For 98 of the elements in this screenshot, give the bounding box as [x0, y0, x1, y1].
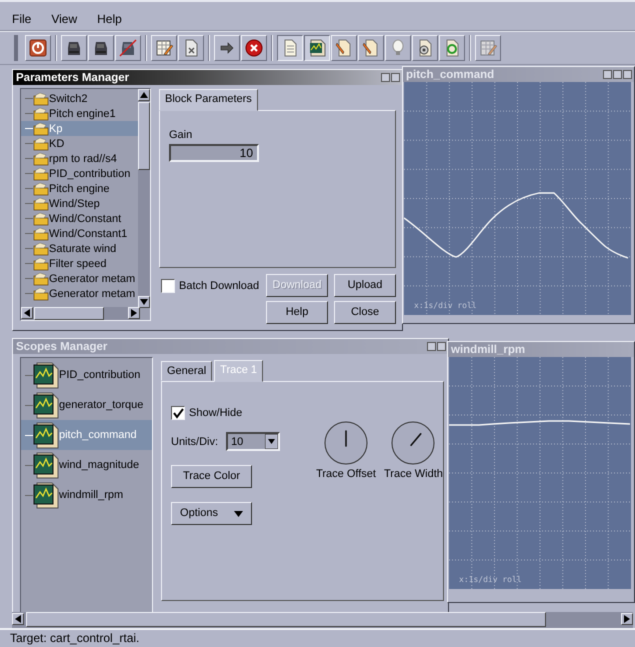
scope-document-icon [33, 422, 59, 448]
horizontal-scrollbar[interactable] [21, 307, 140, 320]
trace-color-button[interactable]: Trace Color [171, 465, 252, 488]
folder-icon [33, 256, 49, 270]
folder-icon [33, 286, 49, 300]
menu-item[interactable]: View [49, 10, 80, 26]
scope-document-icon [33, 362, 59, 388]
tree-item[interactable]: wind_magnitude [21, 450, 152, 480]
tree-item[interactable]: Pitch engine1 [21, 106, 140, 121]
tree-item[interactable]: Wind/Step [21, 196, 140, 211]
tab[interactable]: Block Parameters [159, 89, 258, 111]
left-arrow-icon [13, 614, 23, 624]
dialog-button[interactable]: Upload [334, 274, 396, 297]
vertical-scrollbar[interactable] [138, 89, 150, 308]
caret-icon [265, 434, 278, 449]
right-arrow-icon [622, 614, 632, 624]
tree-item[interactable]: Filter speed [21, 256, 140, 271]
units-label: Units/Div: [171, 434, 218, 448]
scroll-right-button[interactable] [621, 613, 633, 625]
folder-icon [33, 92, 49, 106]
folder-icon [33, 106, 49, 120]
up-arrow-icon [139, 90, 149, 100]
tree-item[interactable]: Switch2 [21, 91, 140, 106]
scope-document-icon [33, 452, 59, 478]
status-text: Target: cart_control_rtai. [0, 628, 635, 645]
checkbox[interactable] [161, 278, 175, 292]
folder-icon [33, 152, 49, 166]
right-arrow-icon [129, 308, 139, 318]
horizontal-scrollbar[interactable] [12, 612, 633, 628]
window-title: pitch_command [406, 68, 494, 82]
folder-icon [33, 196, 49, 210]
checkbox-label: Batch Download [179, 278, 260, 292]
checkmark-icon [172, 408, 184, 418]
tree-item[interactable]: rpm to rad//s4 [21, 151, 140, 166]
scroll-up-button[interactable] [138, 89, 150, 101]
tree-item[interactable]: Generator metam [21, 271, 140, 286]
table-pencil-icon [479, 39, 497, 57]
scope-document-icon [33, 482, 59, 508]
tab[interactable]: General [161, 361, 212, 381]
document-pencil-icon [335, 39, 353, 57]
tree-item[interactable]: Wind/Constant [21, 211, 140, 226]
tree-item[interactable]: generator_torque [21, 390, 152, 420]
window-title: Parameters Manager [16, 70, 130, 84]
window-title: windmill_rpm [451, 342, 526, 356]
dialog-button[interactable]: Help [266, 301, 328, 324]
scroll-down-button[interactable] [138, 296, 150, 308]
tree-item[interactable]: Wind/Constant1 [21, 226, 140, 241]
tree-item[interactable]: KD [21, 136, 140, 151]
tree-item[interactable]: PID_contribution [21, 360, 152, 390]
dialog-button[interactable]: Close [334, 301, 396, 324]
folder-icon [33, 212, 49, 226]
field-label: Gain [169, 128, 194, 142]
knob-label: Trace Width [384, 467, 443, 482]
units-dropdown[interactable]: 10 [226, 432, 280, 451]
scroll-left-button[interactable] [21, 307, 33, 319]
stop-icon [245, 39, 263, 57]
scroll-thumb[interactable] [138, 102, 150, 170]
folder-icon [33, 136, 49, 150]
tree-item[interactable]: PID_contribution [21, 166, 140, 181]
folder-icon [33, 166, 49, 180]
tree-item[interactable]: Generator metam [21, 286, 140, 301]
machine-icon [92, 39, 110, 57]
tree-item[interactable]: Saturate wind [21, 241, 140, 256]
options-button[interactable]: Options [171, 502, 252, 525]
tree-item[interactable]: Pitch engine [21, 181, 140, 196]
scroll-right-button[interactable] [128, 307, 140, 319]
down-arrow-icon [139, 297, 149, 307]
scope-document-icon [33, 392, 59, 418]
folder-icon [33, 122, 49, 136]
scroll-left-button[interactable] [12, 613, 24, 625]
knob[interactable] [323, 420, 370, 466]
gain-field[interactable]: 10 [169, 144, 259, 162]
scale-note: x:1s/div roll [459, 574, 522, 586]
folder-icon [33, 242, 49, 256]
window-title: Scopes Manager [16, 340, 108, 354]
scroll-thumb[interactable] [34, 307, 104, 320]
menu-item[interactable]: Help [95, 10, 124, 26]
folder-icon [33, 272, 49, 286]
machine-crossed-icon [119, 39, 137, 57]
chart-icon [308, 39, 326, 57]
knob-label: Trace Offset [316, 467, 376, 482]
scroll-thumb[interactable] [26, 612, 546, 627]
table-pencil-icon [155, 39, 173, 57]
caret-icon [234, 510, 243, 516]
power-icon [29, 39, 47, 57]
checkbox-label: Show/Hide [189, 406, 242, 420]
knob[interactable] [390, 420, 436, 466]
folder-icon [33, 226, 49, 240]
tree-item[interactable]: windmill_rpm [21, 480, 152, 510]
folder-icon [33, 182, 49, 196]
machine-icon [65, 39, 83, 57]
scale-note: x:1s/div roll [414, 300, 477, 312]
document-pencil-icon [362, 39, 380, 57]
left-arrow-icon [22, 308, 32, 318]
menu-item[interactable]: File [10, 10, 34, 26]
checkbox[interactable] [171, 406, 185, 420]
title-bar[interactable]: Parameters Manager [13, 70, 402, 85]
toolbar-button[interactable] [304, 35, 330, 61]
